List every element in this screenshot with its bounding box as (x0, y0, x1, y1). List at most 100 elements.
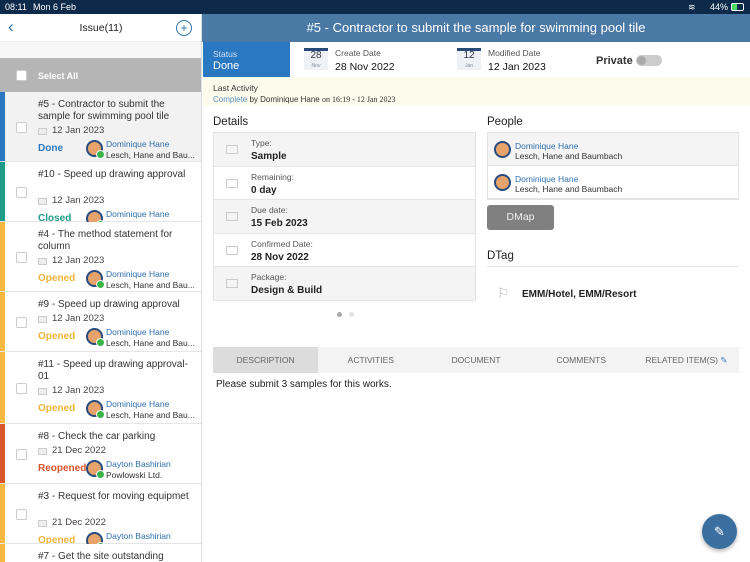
issue-list-item[interactable]: #10 - Speed up drawing approval 12 Jan 2… (0, 162, 201, 230)
activity-label: Last Activity (213, 83, 258, 93)
issue-checkbox[interactable] (16, 509, 27, 520)
tab-document[interactable]: DOCUMENT (423, 347, 528, 373)
location-icon (226, 279, 238, 289)
detail-row: Remaining: 0 day (214, 167, 475, 201)
issue-date: 12 Jan 2023 (52, 125, 105, 136)
issue-title: #7 - Get the site outstanding (38, 551, 164, 562)
issue-date: 12 Jan 2023 (52, 195, 105, 206)
activity-when: on 16:19 - 12 Jan 2023 (321, 95, 396, 104)
person-name[interactable]: Dominique Hane (106, 327, 169, 337)
edit-icon[interactable]: ✎ (720, 355, 727, 365)
avatar (86, 140, 105, 159)
status-strip (0, 424, 5, 483)
modified-date-label: Modified Date (488, 48, 541, 58)
create-date: 28 Nov 2022 (335, 61, 395, 73)
issue-date: 21 Dec 2022 (52, 517, 106, 528)
status-strip (0, 222, 5, 291)
tab-description[interactable]: DESCRIPTION (213, 347, 319, 373)
status-label: Status (213, 49, 238, 59)
dmap-button[interactable]: DMap (487, 205, 554, 230)
issue-title: #9 - Speed up drawing approval (38, 299, 180, 310)
detail-value: Sample (251, 151, 287, 162)
issue-checkbox[interactable] (16, 122, 27, 133)
create-day: 28 (310, 50, 322, 61)
person-name[interactable]: Dayton Bashirian (106, 459, 171, 469)
tab-label: RELATED ITEM(S) (645, 355, 718, 365)
page-dot[interactable] (349, 312, 354, 317)
person-name[interactable]: Dayton Bashirian (106, 531, 171, 541)
issue-status: Reopened (38, 463, 87, 474)
person-row[interactable]: Dominique Hane Lesch, Hane and Baumbach (488, 133, 738, 166)
activity-by: by Dominique Hane (247, 95, 322, 104)
detail-title: #5 - Contractor to submit the sample for… (202, 14, 750, 42)
activity-action: Complete (213, 95, 248, 104)
avatar (86, 400, 105, 419)
status-strip (0, 92, 5, 161)
status-strip (0, 292, 5, 351)
select-all-row[interactable]: Select All (0, 58, 201, 92)
person-name[interactable]: Dominique Hane (515, 141, 578, 151)
issue-status: Opened (38, 273, 76, 284)
issue-list-panel: ‹ Issue(11) + Select All #5 - Contractor… (0, 14, 202, 562)
issue-checkbox[interactable] (16, 449, 27, 460)
person-company: Lesch, Hane and Bau... (106, 410, 195, 420)
people-heading: People (487, 116, 523, 128)
details-table: Type: Sample Remaining: 0 day Due date: 15 Fe… (213, 132, 476, 301)
issue-list-item[interactable]: #3 - Request for moving equipmet 21 Dec … (0, 484, 201, 552)
avatar (86, 328, 105, 347)
detail-row: Type: Sample (214, 133, 475, 167)
issue-list-item[interactable]: #9 - Speed up drawing approval 12 Jan 20… (0, 292, 201, 352)
issue-title: #8 - Check the car parking (38, 431, 156, 442)
calendar-icon: 12 Jan (457, 48, 481, 70)
edit-fab-button[interactable]: ✎ (702, 514, 737, 549)
add-issue-button[interactable]: + (176, 20, 192, 36)
issue-title: #5 - Contractor to submit the sample for… (38, 99, 170, 122)
field-icon (226, 178, 238, 188)
detail-tabs: DESCRIPTION ACTIVITIES DOCUMENT COMMENTS REL… (213, 347, 739, 373)
person-company: Lesch, Hane and Baumbach (515, 184, 623, 194)
issue-date: 12 Jan 2023 (52, 313, 105, 324)
person-company: Lesch, Hane and Bau... (106, 338, 195, 348)
mod-month: Jan (464, 63, 474, 69)
private-toggle[interactable] (636, 55, 662, 66)
issue-date: 12 Jan 2023 (52, 385, 105, 396)
tab-label: DESCRIPTION (236, 355, 295, 365)
person-name[interactable]: Dominique Hane (106, 139, 169, 149)
issue-checkbox[interactable] (16, 317, 27, 328)
person-name[interactable]: Dominique Hane (106, 399, 169, 409)
person-name[interactable]: Dominique Hane (106, 209, 169, 219)
field-icon (226, 145, 238, 154)
calendar-icon (38, 316, 47, 323)
tab-label: ACTIVITIES (347, 355, 394, 365)
detail-row: Confirmed Date: 28 Nov 2022 (214, 234, 475, 268)
issue-list-item[interactable]: #4 - The method statement for column 12 … (0, 222, 201, 292)
avatar (494, 141, 511, 158)
issue-checkbox[interactable] (16, 383, 27, 394)
detail-label: Remaining: (251, 171, 294, 182)
people-list: Dominique Hane Lesch, Hane and Baumbach Do… (487, 132, 739, 200)
issue-list-item[interactable]: #7 - Get the site outstanding (0, 544, 201, 562)
person-row[interactable]: Dominique Hane Lesch, Hane and Baumbach (488, 166, 738, 199)
issue-checkbox[interactable] (16, 187, 27, 198)
select-all-label: Select All (38, 71, 79, 81)
issue-checkbox[interactable] (16, 252, 27, 263)
status-strip (0, 484, 5, 543)
issue-date: 21 Dec 2022 (52, 445, 106, 456)
calendar-icon (38, 520, 47, 527)
person-name[interactable]: Dominique Hane (515, 174, 578, 184)
detail-row: Due date: 15 Feb 2023 (214, 200, 475, 234)
tab-related-item-s[interactable]: RELATED ITEM(S) ✎ (634, 347, 739, 373)
status-value: Done (213, 60, 240, 72)
tab-label: COMMENTS (556, 355, 606, 365)
detail-row: Package: Design & Build (214, 267, 475, 301)
tab-comments[interactable]: COMMENTS (529, 347, 634, 373)
issue-list-item[interactable]: #11 - Speed up drawing approval-01 12 Ja… (0, 352, 201, 424)
page-dot-active[interactable] (337, 312, 342, 317)
tab-activities[interactable]: ACTIVITIES (318, 347, 423, 373)
issue-list-item[interactable]: #5 - Contractor to submit the sample for… (0, 92, 201, 162)
person-name[interactable]: Dominique Hane (106, 269, 169, 279)
private-label: Private (596, 55, 633, 67)
modified-date: 12 Jan 2023 (488, 61, 546, 73)
issue-list-item[interactable]: #8 - Check the car parking 21 Dec 2022 R… (0, 424, 201, 484)
select-all-checkbox[interactable] (16, 70, 27, 81)
